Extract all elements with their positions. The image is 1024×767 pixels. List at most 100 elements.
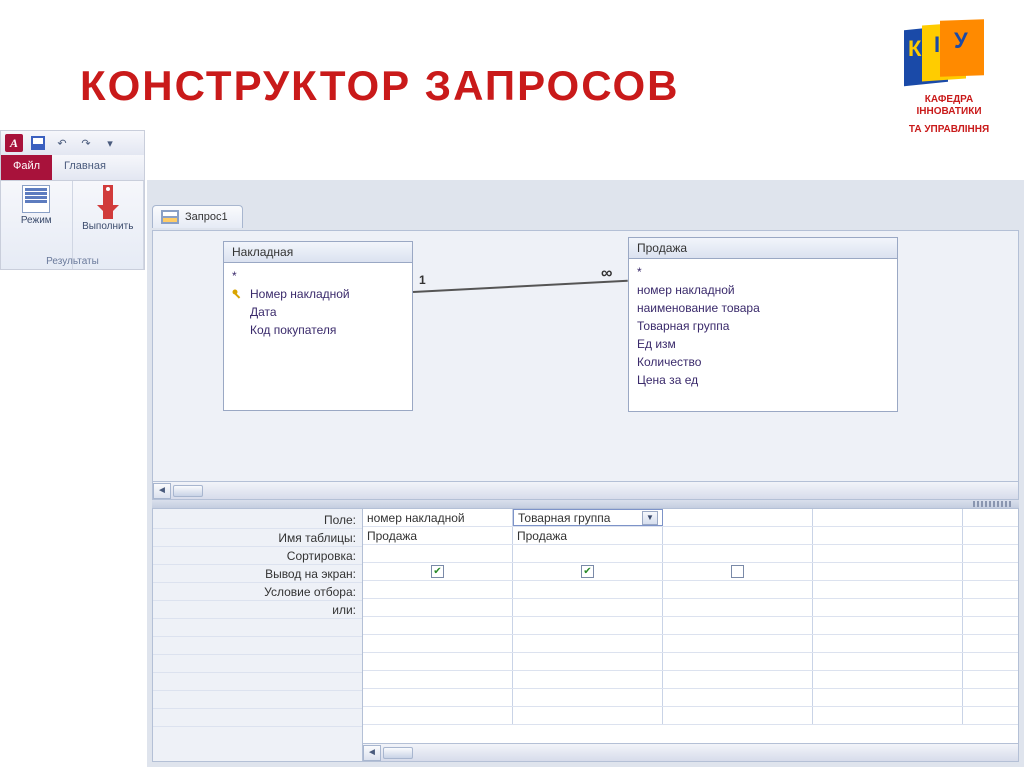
- pane-splitter[interactable]: [152, 500, 1019, 508]
- ribbon-group-title: Результаты: [1, 256, 144, 267]
- field-item[interactable]: Товарная группа: [637, 317, 889, 335]
- grid-cell-or[interactable]: [663, 599, 813, 616]
- field-item[interactable]: Номер накладной: [232, 285, 404, 303]
- grid-cell[interactable]: [663, 707, 813, 724]
- grid-cell-criteria[interactable]: [663, 581, 813, 598]
- field-item[interactable]: *: [637, 263, 889, 281]
- relation-many-label: ∞: [601, 265, 612, 283]
- grid-cell[interactable]: [813, 635, 963, 652]
- grid-row-labels: Поле: Имя таблицы: Сортировка: Вывод на …: [153, 509, 363, 761]
- checkbox-icon[interactable]: [731, 565, 744, 578]
- grid-cell-table[interactable]: [813, 527, 963, 544]
- grid-cell[interactable]: [513, 671, 663, 688]
- field-item[interactable]: *: [232, 267, 404, 285]
- design-hscrollbar[interactable]: ◄: [153, 481, 1018, 499]
- grid-cell-table[interactable]: Продажа: [513, 527, 663, 544]
- grid-cell[interactable]: [813, 617, 963, 634]
- mode-label: Режим: [21, 215, 52, 226]
- grid-cell-show[interactable]: [663, 563, 813, 580]
- grid-cell-table[interactable]: Продажа: [363, 527, 513, 544]
- grid-cell[interactable]: [813, 707, 963, 724]
- save-button[interactable]: [29, 134, 47, 152]
- field-item[interactable]: наименование товара: [637, 299, 889, 317]
- grid-cell[interactable]: [363, 671, 513, 688]
- scroll-left-button[interactable]: ◄: [363, 745, 381, 761]
- field-item[interactable]: Цена за ед: [637, 371, 889, 389]
- field-item[interactable]: Количество: [637, 353, 889, 371]
- grid-cell[interactable]: [663, 617, 813, 634]
- redo-button[interactable]: ↷: [77, 134, 95, 152]
- grid-cell[interactable]: [363, 635, 513, 652]
- table-box-invoice[interactable]: Накладная * Номер накладной Дата Код пок…: [223, 241, 413, 411]
- grid-cell[interactable]: [663, 689, 813, 706]
- grid-cell[interactable]: [513, 689, 663, 706]
- grid-cell[interactable]: [363, 689, 513, 706]
- logo-image: КІУ: [904, 18, 994, 88]
- grid-cell-field[interactable]: номер накладной: [363, 509, 513, 526]
- datasheet-icon: [22, 185, 50, 213]
- grid-cell-show[interactable]: [513, 563, 663, 580]
- relation-one-label: 1: [419, 273, 426, 287]
- app-window: A ↶ ↷ ▾ Файл Главная Режим Выполнить Рез…: [0, 130, 1024, 767]
- tab-home[interactable]: Главная: [52, 155, 118, 180]
- field-item[interactable]: номер накладной: [637, 281, 889, 299]
- grid-label-field: Поле:: [153, 511, 362, 529]
- grid-cell-or[interactable]: [513, 599, 663, 616]
- grid-cell[interactable]: [663, 635, 813, 652]
- grid-cell[interactable]: [813, 671, 963, 688]
- workspace: Запрос1 Накладная * Номер накладной Дата…: [147, 180, 1024, 767]
- grid-cell[interactable]: [813, 689, 963, 706]
- field-item[interactable]: Код покупателя: [232, 321, 404, 339]
- grid-cell-criteria[interactable]: [513, 581, 663, 598]
- slide-title: КОНСТРУКТОР ЗАПРОСОВ: [80, 62, 680, 110]
- checkbox-checked-icon[interactable]: [581, 565, 594, 578]
- grid-cell-field[interactable]: [663, 509, 813, 526]
- field-item[interactable]: Ед изм: [637, 335, 889, 353]
- grid-cell-criteria[interactable]: [813, 581, 963, 598]
- grid-cell[interactable]: [363, 617, 513, 634]
- undo-button[interactable]: ↶: [53, 134, 71, 152]
- scroll-thumb[interactable]: [383, 747, 413, 759]
- access-app-icon[interactable]: A: [5, 134, 23, 152]
- grid-cell-sort[interactable]: [663, 545, 813, 562]
- checkbox-checked-icon[interactable]: [431, 565, 444, 578]
- grid-hscrollbar[interactable]: ◄: [363, 743, 1018, 761]
- grid-cell[interactable]: [513, 617, 663, 634]
- grid-cell-show[interactable]: [813, 563, 963, 580]
- grid-cell-sort[interactable]: [813, 545, 963, 562]
- scroll-left-button[interactable]: ◄: [153, 483, 171, 499]
- grid-cell[interactable]: [813, 653, 963, 670]
- grid-cell[interactable]: [363, 653, 513, 670]
- dropdown-icon[interactable]: ▼: [642, 511, 658, 525]
- tab-file[interactable]: Файл: [1, 155, 52, 180]
- grid-cell[interactable]: [663, 671, 813, 688]
- grid-cell-field[interactable]: Товарная группа▼: [513, 509, 663, 526]
- grid-cell-field[interactable]: [813, 509, 963, 526]
- grid-cell[interactable]: [663, 653, 813, 670]
- grid-cell-show[interactable]: [363, 563, 513, 580]
- grid-cell-table[interactable]: [663, 527, 813, 544]
- relation-line[interactable]: [413, 280, 628, 293]
- grid-cell[interactable]: [513, 653, 663, 670]
- grid-cell-sort[interactable]: [513, 545, 663, 562]
- table-box-sale[interactable]: Продажа * номер накладной наименование т…: [628, 237, 898, 412]
- scroll-thumb[interactable]: [173, 485, 203, 497]
- grid-label-show: Вывод на экран:: [153, 565, 362, 583]
- grid-cell-sort[interactable]: [363, 545, 513, 562]
- qat-customize-button[interactable]: ▾: [101, 134, 119, 152]
- grid-cell-criteria[interactable]: [363, 581, 513, 598]
- query-design-surface[interactable]: Накладная * Номер накладной Дата Код пок…: [152, 230, 1019, 500]
- grid-label-empty: [153, 637, 362, 655]
- field-item[interactable]: Дата: [232, 303, 404, 321]
- exclamation-icon: [103, 185, 113, 219]
- grid-cell[interactable]: [513, 635, 663, 652]
- grid-cell[interactable]: [363, 707, 513, 724]
- logo-text-1: КАФЕДРА ІННОВАТИКИ: [894, 94, 1004, 118]
- ribbon: Режим Выполнить Результаты: [0, 180, 145, 270]
- document-tab-query1[interactable]: Запрос1: [152, 205, 243, 228]
- grid-cell[interactable]: [513, 707, 663, 724]
- query-grid: Поле: Имя таблицы: Сортировка: Вывод на …: [152, 508, 1019, 762]
- grid-label-or: или:: [153, 601, 362, 619]
- grid-cell-or[interactable]: [813, 599, 963, 616]
- grid-cell-or[interactable]: [363, 599, 513, 616]
